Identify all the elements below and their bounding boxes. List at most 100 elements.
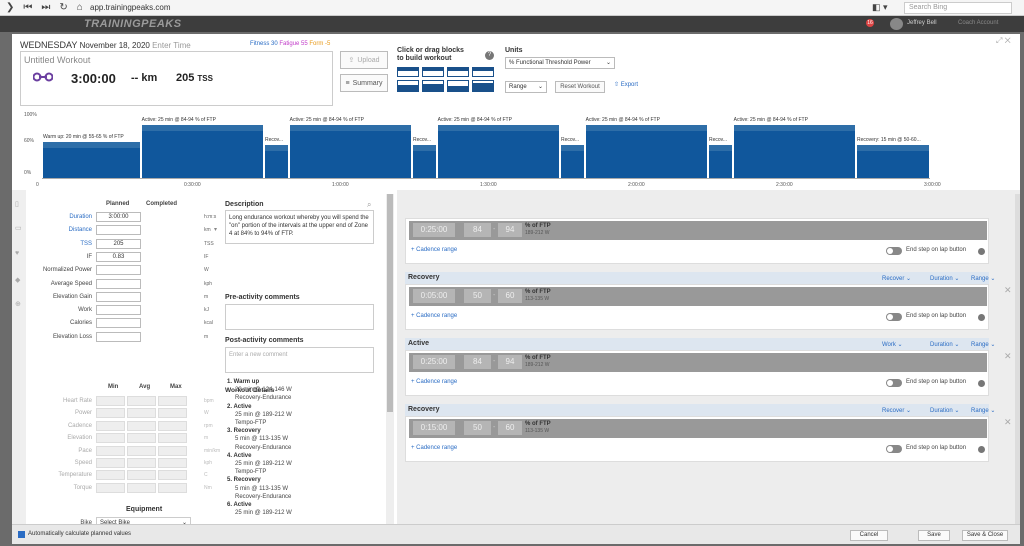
mm-cell[interactable] — [127, 396, 156, 406]
field-input-elevation-gain[interactable] — [96, 291, 141, 302]
cadence-range-link[interactable]: + Cadence range — [411, 379, 457, 385]
attachment-icon[interactable]: ⌕ — [367, 200, 371, 210]
interval-bar[interactable] — [43, 142, 140, 178]
step-high-input[interactable]: 94 — [498, 355, 522, 369]
help-icon[interactable] — [978, 380, 985, 387]
block-repeat-3[interactable] — [422, 80, 444, 92]
field-input-distance[interactable] — [96, 225, 141, 236]
bookmark-icon[interactable]: ◧ ▾ — [872, 2, 888, 13]
mm-cell[interactable] — [96, 433, 125, 444]
step-type-select[interactable]: Work ⌄ — [882, 341, 903, 348]
back-icon[interactable]: ❯ — [6, 2, 14, 13]
range-select[interactable]: Range ⌄ — [505, 81, 547, 93]
mm-cell[interactable] — [127, 458, 156, 468]
mm-cell[interactable] — [158, 433, 187, 444]
field-label-duration[interactable]: Duration — [22, 214, 92, 220]
workout-title-input[interactable]: Untitled Workout — [24, 55, 90, 65]
lap-toggle[interactable] — [886, 313, 902, 321]
step-duration-input[interactable]: 0:15:00 — [413, 421, 455, 435]
upload-button[interactable]: ⇪ Upload — [340, 51, 388, 69]
reload-icon[interactable]: ↻ — [59, 2, 67, 13]
cancel-button[interactable]: Cancel — [850, 530, 888, 541]
block-repeat-2[interactable] — [397, 80, 419, 92]
step-duration-select[interactable]: Duration ⌄ — [930, 275, 959, 282]
field-input-calories[interactable] — [96, 318, 141, 329]
field-input-elevation-loss[interactable] — [96, 331, 141, 342]
step-type-select[interactable]: Recover ⌄ — [882, 407, 911, 414]
help-icon[interactable] — [978, 248, 985, 255]
document-icon[interactable]: ▯ — [15, 200, 23, 208]
save-button[interactable]: Save — [918, 530, 950, 541]
close-icon[interactable]: ✕ — [1004, 351, 1012, 362]
post-activity-input[interactable]: Enter a new comment — [225, 347, 374, 373]
mm-cell[interactable] — [96, 420, 125, 431]
interval-bar[interactable] — [265, 145, 288, 178]
mm-cell[interactable] — [127, 408, 156, 419]
help-icon[interactable]: ? — [485, 51, 494, 60]
mm-cell[interactable] — [127, 433, 156, 444]
field-input-normalized-power[interactable] — [96, 265, 141, 276]
step-low-input[interactable]: 50 — [464, 421, 491, 435]
lap-toggle[interactable] — [886, 379, 902, 387]
reset-workout-button[interactable]: Reset Workout — [555, 81, 605, 93]
interval-bar[interactable] — [733, 124, 855, 178]
expand-icon[interactable]: ⤢ ✕ — [996, 36, 1011, 46]
interval-bar[interactable] — [141, 124, 263, 178]
step-duration-select[interactable]: Duration ⌄ — [930, 407, 959, 414]
step-low-input[interactable]: 50 — [464, 289, 491, 303]
step-high-input[interactable]: 60 — [498, 289, 522, 303]
mm-cell[interactable] — [158, 420, 187, 431]
interval-bar[interactable] — [289, 124, 411, 178]
step-duration-input[interactable]: 0:05:00 — [413, 289, 455, 303]
mm-cell[interactable] — [96, 408, 125, 419]
right-scrollbar[interactable] — [1015, 194, 1020, 524]
left-scrollbar[interactable] — [386, 194, 394, 524]
summary-button[interactable]: ≡ Summary — [340, 74, 388, 92]
block-ramp-down[interactable] — [472, 80, 494, 92]
block-recovery[interactable] — [447, 67, 469, 77]
coach-account-link[interactable]: Coach Account — [958, 20, 998, 26]
search-input[interactable]: Search Bing — [904, 2, 1012, 14]
auto-calc-checkbox[interactable] — [18, 531, 25, 538]
mm-cell[interactable] — [158, 482, 187, 493]
field-input-if[interactable]: 0.83 — [96, 251, 141, 262]
interval-bar[interactable] — [857, 145, 929, 178]
step-type-select[interactable]: Recover ⌄ — [882, 275, 911, 282]
mm-cell[interactable] — [127, 420, 156, 431]
block-ramp-up[interactable] — [447, 80, 469, 92]
cadence-range-link[interactable]: + Cadence range — [411, 313, 457, 319]
step-range-select[interactable]: Range ⌄ — [971, 407, 995, 414]
close-icon[interactable]: ✕ — [1004, 417, 1012, 428]
pre-activity-comments[interactable] — [225, 304, 374, 330]
step-duration-input[interactable]: 0:25:00 — [413, 355, 455, 369]
mm-cell[interactable] — [96, 445, 125, 456]
step-low-input[interactable]: 84 — [464, 355, 491, 369]
address-bar[interactable]: app.trainingpeaks.com — [90, 3, 171, 12]
avatar[interactable] — [890, 18, 903, 30]
step-range-select[interactable]: Range ⌄ — [971, 341, 995, 348]
block-cooldown[interactable] — [472, 67, 494, 77]
interval-bar[interactable] — [709, 145, 732, 178]
field-input-duration[interactable]: 3:00:00 — [96, 212, 141, 222]
lap-toggle[interactable] — [886, 247, 902, 255]
units-select[interactable]: % Functional Threshold Power ⌄ — [505, 57, 615, 69]
help-icon[interactable] — [978, 314, 985, 321]
step-range-select[interactable]: Range ⌄ — [971, 275, 995, 282]
mm-cell[interactable] — [96, 482, 125, 493]
field-input-work[interactable] — [96, 305, 141, 316]
save-close-button[interactable]: Save & Close — [962, 530, 1008, 541]
chevron-down-icon[interactable]: ▾ — [214, 226, 217, 233]
cadence-range-link[interactable]: + Cadence range — [411, 247, 457, 253]
field-label-distance[interactable]: Distance — [22, 227, 92, 233]
mm-cell[interactable] — [96, 396, 125, 406]
last-icon[interactable]: ⏭ — [41, 2, 50, 13]
help-icon[interactable] — [978, 446, 985, 453]
interval-bar[interactable] — [585, 124, 707, 178]
step-low-input[interactable]: 84 — [464, 223, 491, 237]
mm-cell[interactable] — [158, 408, 187, 419]
interval-bar[interactable] — [413, 145, 436, 178]
mm-cell[interactable] — [158, 445, 187, 456]
mm-cell[interactable] — [127, 445, 156, 456]
lap-toggle[interactable] — [886, 445, 902, 453]
mm-cell[interactable] — [158, 458, 187, 468]
